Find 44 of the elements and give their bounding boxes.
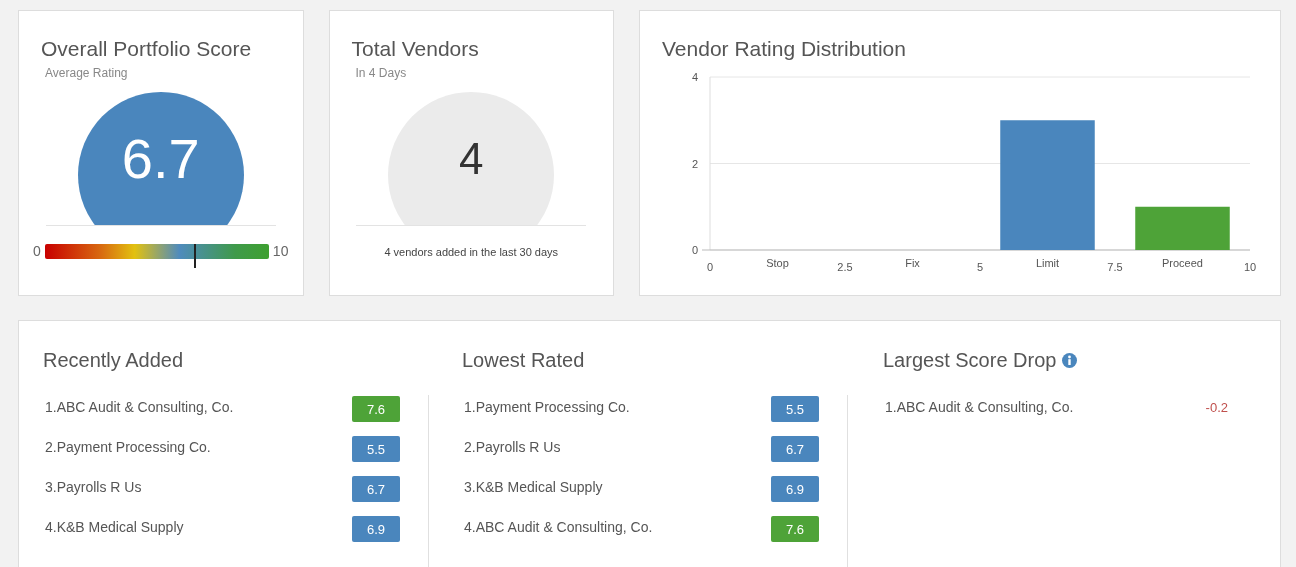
score-badge: 7.6	[352, 396, 400, 422]
list-title: Largest Score Drop	[883, 348, 1057, 372]
card-title: Overall Portfolio Score	[40, 37, 252, 61]
list-title: Lowest Rated	[462, 348, 585, 372]
category-label: Stop	[766, 257, 789, 269]
score-change: -0.2	[1205, 399, 1228, 415]
vendors-note: 4 vendors added in the last 30 days	[384, 246, 559, 258]
scale-min: 0	[33, 243, 41, 259]
vendor-name: 4.K&B Medical Supply	[45, 519, 184, 535]
score-badge: 7.6	[771, 516, 819, 542]
y-tick-label: 0	[691, 244, 698, 256]
vendor-name: 2.Payrolls R Us	[464, 439, 561, 455]
info-icon[interactable]	[1062, 352, 1078, 368]
vendor-name: 4.ABC Audit & Consulting, Co.	[464, 519, 653, 535]
score-value: 6.7	[121, 126, 200, 191]
x-tick-label: 0	[706, 261, 714, 273]
score-badge: 6.7	[352, 476, 400, 502]
x-tick-label: 10	[1243, 261, 1257, 273]
score-badge: 5.5	[352, 436, 400, 462]
card-title: Total Vendors	[350, 37, 479, 61]
card-subtitle: In 4 Days	[354, 66, 407, 80]
vendor-name: 3.Payrolls R Us	[45, 479, 142, 495]
card-title: Vendor Rating Distribution	[662, 37, 907, 61]
vendor-name: 3.K&B Medical Supply	[464, 479, 603, 495]
y-tick-label: 4	[691, 71, 698, 83]
score-badge: 6.9	[352, 516, 400, 542]
category-label: Proceed	[1162, 257, 1203, 269]
category-label: Fix	[905, 257, 920, 269]
x-tick-label: 7.5	[1107, 261, 1123, 273]
list-title: Recently Added	[43, 348, 184, 372]
x-tick-label: 2.5	[837, 261, 853, 273]
card-subtitle: Average Rating	[44, 66, 128, 80]
category-label: Limit	[1035, 257, 1060, 269]
vendor-name: 1.ABC Audit & Consulting, Co.	[885, 399, 1074, 415]
score-badge: 5.5	[771, 396, 819, 422]
score-badge: 6.9	[771, 476, 819, 502]
vendor-name: 2.Payment Processing Co.	[45, 439, 211, 455]
vendor-name: 1.ABC Audit & Consulting, Co.	[45, 399, 234, 415]
vendor-name: 1.Payment Processing Co.	[464, 399, 630, 415]
score-badge: 6.7	[771, 436, 819, 462]
vendor-count: 4	[459, 133, 484, 184]
scale-max: 10	[272, 243, 289, 259]
y-tick-label: 2	[691, 157, 698, 170]
x-tick-label: 5	[976, 261, 984, 273]
